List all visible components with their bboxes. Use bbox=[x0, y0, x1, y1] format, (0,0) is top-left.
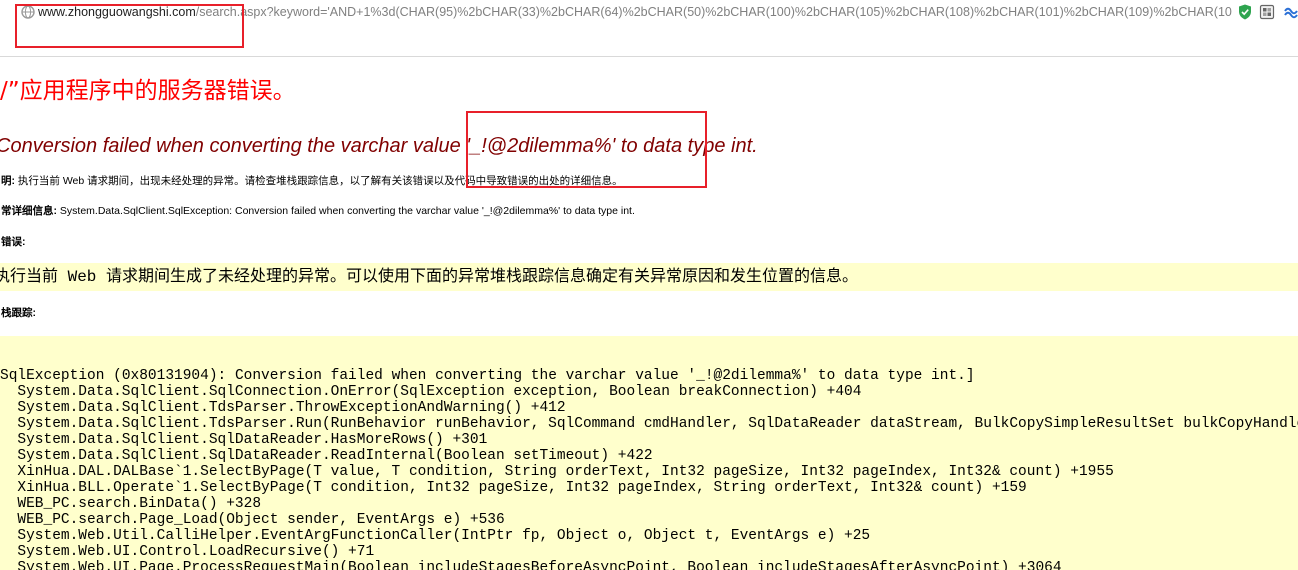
stack-trace-line: System.Data.SqlClient.SqlConnection.OnEr… bbox=[17, 384, 862, 400]
stack-trace-line: WEB_PC.search.BinData() +328 bbox=[17, 496, 262, 512]
source-error-box: 执行当前 Web 请求期间生成了未经处理的异常。可以使用下面的异常堆栈跟踪信息确… bbox=[0, 263, 1298, 291]
stack-trace-line: System.Web.UI.Page.ProcessRequestMain(Bo… bbox=[17, 560, 1062, 570]
url-path: /search.aspx?keyword='AND+1%3d(CHAR(95)%… bbox=[195, 5, 1232, 19]
stack-trace-label: 栈跟踪: bbox=[1, 307, 36, 319]
stack-trace-line: SqlException (0x80131904): Conversion fa… bbox=[0, 368, 975, 384]
stack-trace-line: System.Data.SqlClient.TdsParser.ThrowExc… bbox=[17, 400, 566, 416]
description-label: 明: bbox=[1, 175, 15, 187]
stack-trace: SqlException (0x80131904): Conversion fa… bbox=[0, 336, 1298, 570]
stack-trace-line: System.Data.SqlClient.SqlDataReader.Read… bbox=[17, 448, 653, 464]
source-error-label: 错误: bbox=[1, 236, 26, 248]
stack-trace-line: System.Data.SqlClient.TdsParser.Run(RunB… bbox=[17, 416, 1298, 432]
stack-trace-line: XinHua.DAL.DALBase`1.SelectByPage(T valu… bbox=[17, 464, 1114, 480]
stack-trace-line: System.Web.UI.Control.LoadRecursive() +7… bbox=[17, 544, 375, 560]
extension-icon[interactable] bbox=[1259, 4, 1275, 20]
stack-trace-line: System.Web.Util.CalliHelper.EventArgFunc… bbox=[17, 528, 871, 544]
source-error-text: 执行当前 Web 请求期间生成了未经处理的异常。可以使用下面的异常堆栈跟踪信息确… bbox=[0, 268, 859, 286]
shield-icon[interactable] bbox=[1238, 4, 1252, 20]
stack-trace-line: WEB_PC.search.Page_Load(Object sender, E… bbox=[17, 512, 505, 528]
wave-icon[interactable] bbox=[1284, 4, 1298, 20]
exception-details-row: 常详细信息: System.Data.SqlClient.SqlExceptio… bbox=[1, 204, 1298, 218]
annotation-box-url-domain bbox=[15, 4, 244, 48]
stack-trace-row: 栈跟踪: bbox=[1, 306, 1298, 320]
stack-trace-line: XinHua.BLL.Operate`1.SelectByPage(T cond… bbox=[17, 480, 1027, 496]
stack-trace-box: SqlException (0x80131904): Conversion fa… bbox=[0, 336, 1298, 570]
source-error-row: 错误: bbox=[1, 235, 1298, 249]
exception-details-label: 常详细信息: bbox=[1, 205, 57, 217]
exception-details-text: System.Data.SqlClient.SqlException: Conv… bbox=[59, 205, 635, 217]
annotation-box-error-value bbox=[466, 111, 707, 188]
stack-trace-line: System.Data.SqlClient.SqlDataReader.HasM… bbox=[17, 432, 488, 448]
page-title: /”应用程序中的服务器错误。 bbox=[0, 78, 296, 104]
